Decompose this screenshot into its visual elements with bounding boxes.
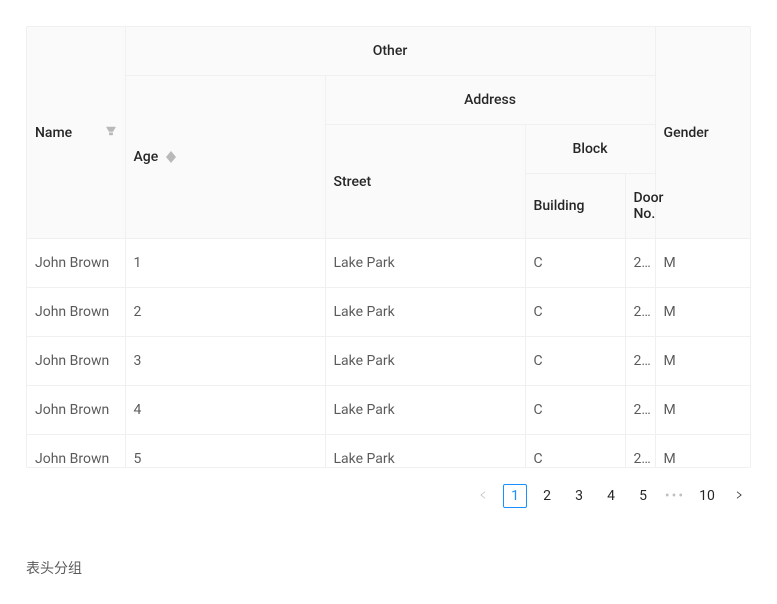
cell-name: John Brown	[27, 288, 125, 337]
cell-gender: M	[655, 337, 750, 386]
column-header-building: Building	[525, 174, 625, 239]
header-label-block: Block	[573, 141, 608, 157]
column-header-block: Block	[525, 125, 655, 174]
table-row: John Brown2Lake ParkC2035M	[27, 288, 750, 337]
cell-street: Lake Park	[325, 435, 525, 468]
pagination: 12345 ••• 10	[26, 468, 751, 508]
cell-name: John Brown	[27, 239, 125, 288]
column-header-gender: Gender	[655, 27, 751, 239]
table-row: John Brown4Lake ParkC2035M	[27, 386, 750, 435]
header-label-age: Age	[134, 149, 159, 165]
table-row: John Brown3Lake ParkC2035M	[27, 337, 750, 386]
header-label-gender: Gender	[664, 125, 709, 141]
cell-age: 4	[125, 386, 325, 435]
cell-building: C	[525, 435, 625, 468]
cell-street: Lake Park	[325, 239, 525, 288]
sort-icon[interactable]	[166, 151, 176, 163]
pagination-page-last[interactable]: 10	[695, 484, 719, 508]
pagination-ellipsis[interactable]: •••	[663, 484, 687, 508]
pagination-page[interactable]: 3	[567, 484, 591, 508]
pagination-page[interactable]: 1	[503, 484, 527, 508]
cell-door: 2035	[625, 337, 655, 386]
header-label-street: Street	[334, 174, 372, 190]
cell-age: 1	[125, 239, 325, 288]
column-header-address: Address	[325, 76, 655, 125]
pagination-page[interactable]: 5	[631, 484, 655, 508]
column-header-age[interactable]: Age	[125, 76, 325, 239]
table-header: Name Other Gender Age	[27, 27, 751, 239]
table-row: John Brown1Lake ParkC2035M	[27, 239, 750, 288]
cell-door: 2035	[625, 386, 655, 435]
column-header-other: Other	[125, 27, 655, 76]
cell-building: C	[525, 386, 625, 435]
table-body-scroll[interactable]: John Brown1Lake ParkC2035MJohn Brown2Lak…	[27, 239, 750, 467]
table-row: John Brown5Lake ParkC2035M	[27, 435, 750, 468]
cell-door: 2035	[625, 288, 655, 337]
pagination-page[interactable]: 4	[599, 484, 623, 508]
cell-name: John Brown	[27, 337, 125, 386]
cell-building: C	[525, 239, 625, 288]
pagination-next[interactable]	[727, 484, 751, 508]
header-label-name: Name	[35, 125, 72, 141]
cell-age: 5	[125, 435, 325, 468]
column-header-name[interactable]: Name	[27, 27, 125, 239]
cell-building: C	[525, 337, 625, 386]
cell-street: Lake Park	[325, 386, 525, 435]
cell-age: 2	[125, 288, 325, 337]
cell-gender: M	[655, 386, 750, 435]
column-header-door: Door No.	[625, 174, 655, 239]
pagination-page[interactable]: 2	[535, 484, 559, 508]
header-label-other: Other	[373, 43, 408, 59]
header-label-building: Building	[534, 198, 585, 214]
footer-label: 表头分组	[26, 558, 751, 578]
table-body: John Brown1Lake ParkC2035MJohn Brown2Lak…	[27, 239, 750, 467]
cell-name: John Brown	[27, 386, 125, 435]
cell-gender: M	[655, 435, 750, 468]
data-table: Name Other Gender Age	[26, 26, 751, 468]
cell-building: C	[525, 288, 625, 337]
cell-door: 2035	[625, 239, 655, 288]
cell-gender: M	[655, 239, 750, 288]
cell-gender: M	[655, 288, 750, 337]
cell-street: Lake Park	[325, 337, 525, 386]
column-header-street: Street	[325, 125, 525, 239]
filter-icon[interactable]	[105, 125, 117, 137]
cell-door: 2035	[625, 435, 655, 468]
header-label-address: Address	[464, 92, 516, 108]
cell-name: John Brown	[27, 435, 125, 468]
pagination-prev[interactable]	[471, 484, 495, 508]
cell-age: 3	[125, 337, 325, 386]
cell-street: Lake Park	[325, 288, 525, 337]
